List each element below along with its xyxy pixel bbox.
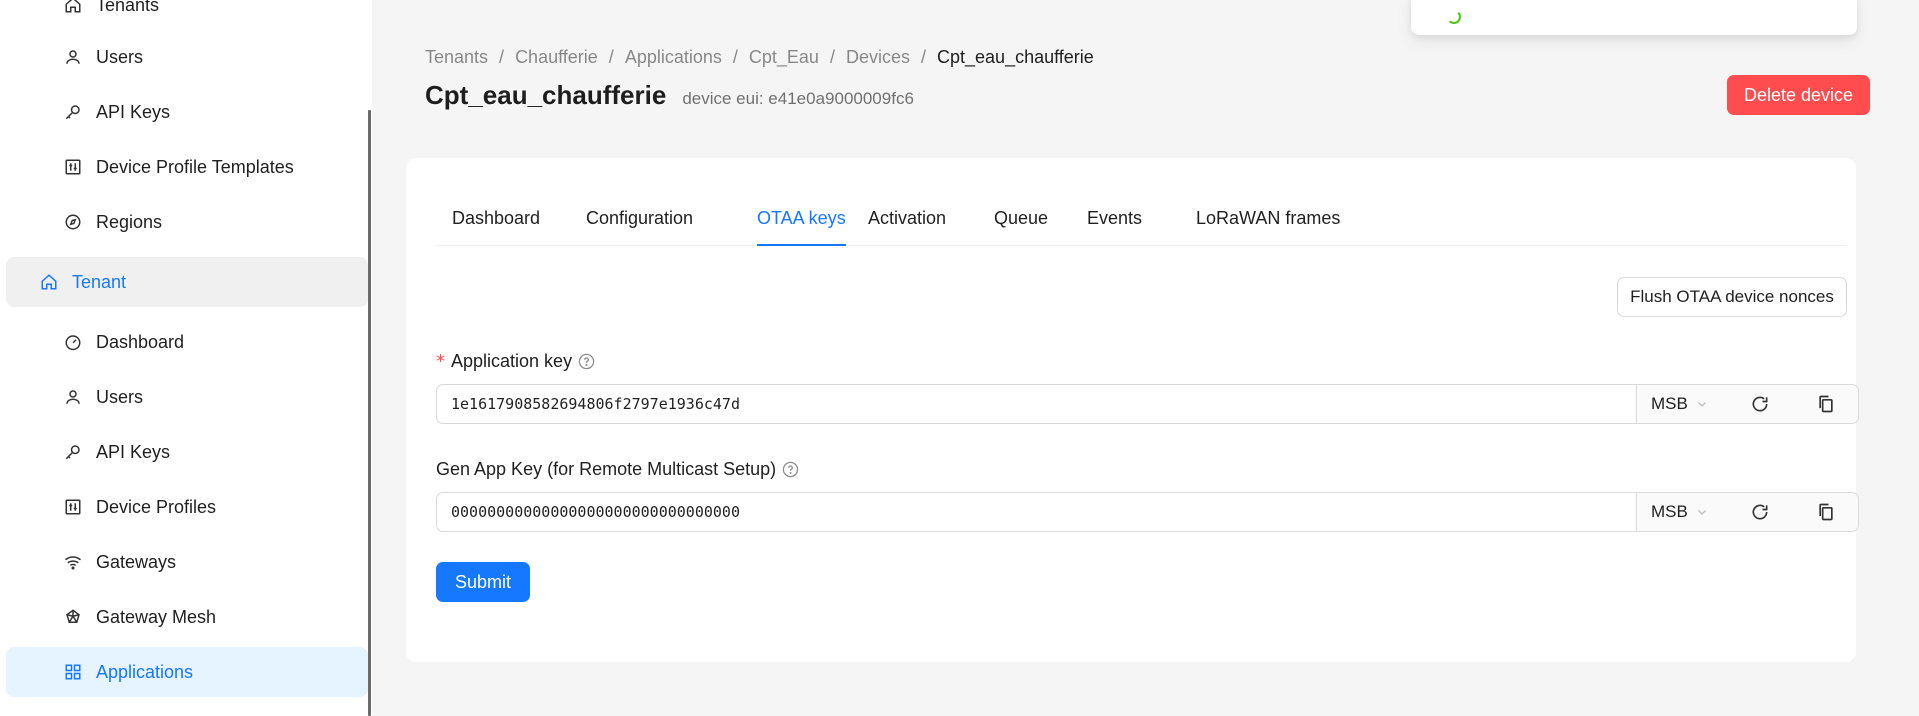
sidebar-scrollbar[interactable] [368,110,371,716]
byte-order-select[interactable]: MSB [1651,394,1708,414]
sidebar-item-label: Regions [96,211,163,232]
dashboard-icon [62,331,84,353]
device-card: Dashboard Configuration OTAA keys Activa… [406,158,1859,662]
tab-configuration[interactable]: Configuration [586,204,693,246]
key-icon [62,441,84,463]
flush-otaa-nonces-button[interactable]: Flush OTAA device nonces [1617,277,1847,317]
breadcrumb-tenant[interactable]: Chaufferie [515,47,598,68]
tab-queue[interactable]: Queue [994,204,1048,246]
breadcrumb-current: Cpt_eau_chaufferie [937,47,1094,67]
application-key-label: * Application key [436,351,595,372]
gen-app-key-group: MSB [436,492,1859,532]
sidebar-item-label: Tenant [72,271,127,292]
sidebar-item-gateways[interactable]: Gateways [0,537,368,587]
success-icon [1447,10,1461,24]
breadcrumb-tenants[interactable]: Tenants [425,47,488,68]
tab-lorawan-frames[interactable]: LoRaWAN frames [1196,204,1340,246]
sidebar-item-dashboard[interactable]: Dashboard [0,317,368,367]
sidebar-item-api-keys[interactable]: API Keys [0,87,368,137]
sidebar-item-device-profiles[interactable]: Device Profiles [0,482,368,532]
home-icon [38,271,60,293]
gen-app-key-label-text: Gen App Key (for Remote Multicast Setup) [436,459,777,479]
key-icon [62,101,84,123]
byte-order-select[interactable]: MSB [1651,502,1708,522]
sidebar-item-applications[interactable]: Applications [6,647,368,697]
sidebar-item-label: Applications [96,661,194,682]
gen-app-key-input[interactable] [437,493,1636,531]
breadcrumb-separator: / [921,47,927,67]
breadcrumb-separator: / [829,47,835,67]
sidebar-item-label: Gateways [96,551,177,572]
sidebar-item-regions[interactable]: Regions [0,197,368,247]
sliders-icon [62,156,84,178]
refresh-icon[interactable] [1750,502,1770,522]
device-eui: device eui: e41e0a9000009fc6 [682,89,914,108]
breadcrumb-separator: / [499,47,505,67]
tab-bar: Dashboard Configuration OTAA keys Activa… [436,204,1846,246]
delete-device-button[interactable]: Delete device [1727,75,1870,115]
sidebar-item-api-keys[interactable]: API Keys [0,427,368,477]
application-key-group: MSB [436,384,1859,424]
appstore-icon [62,661,84,683]
refresh-icon[interactable] [1750,394,1770,414]
copy-icon[interactable] [1816,502,1836,522]
question-circle-icon[interactable] [578,353,595,370]
submit-button[interactable]: Submit [436,562,530,602]
required-mark: * [436,351,445,372]
sidebar-item-label: Users [96,46,144,67]
compass-icon [62,211,84,233]
sidebar-item-label: Users [96,386,144,407]
user-icon [62,386,84,408]
application-key-addon: MSB [1636,385,1858,423]
byte-order-value: MSB [1651,502,1688,521]
sidebar-item-label: Device Profile Templates [96,156,294,177]
gen-app-key-addon: MSB [1636,493,1858,531]
chevron-down-icon [1697,510,1706,515]
breadcrumb: Tenants / Chaufferie / Applications / Cp… [425,47,1094,68]
breadcrumb-application[interactable]: Cpt_Eau [749,47,819,68]
wifi-icon [62,551,84,573]
sliders-icon [62,496,84,518]
home-icon [62,0,84,16]
page-title: Cpt_eau_chaufferie [425,80,667,110]
gen-app-key-label: Gen App Key (for Remote Multicast Setup) [436,459,799,480]
tab-activation[interactable]: Activation [868,204,946,246]
application-key-label-text: Application key [451,351,573,371]
sidebar-item-label: Gateway Mesh [96,606,217,627]
sidebar-item-label: Dashboard [96,331,185,352]
chevron-down-icon [1697,402,1706,407]
user-icon [62,46,84,68]
application-key-input[interactable] [437,385,1636,423]
tab-events[interactable]: Events [1087,204,1142,246]
sidebar-item-tenant[interactable]: Tenant [6,257,368,307]
breadcrumb-separator: / [732,47,738,67]
sidebar-item-label: API Keys [96,101,171,122]
notification-toast [1411,0,1857,35]
breadcrumb-separator: / [608,47,614,67]
sidebar-item-tenants[interactable]: Tenants [0,0,368,30]
sidebar-item-label: Tenants [96,0,160,15]
tab-otaa-keys[interactable]: OTAA keys [757,204,846,246]
page-header: Cpt_eau_chaufferie device eui: e41e0a900… [425,80,914,111]
sidebar-item-device-profile-templates[interactable]: Device Profile Templates [0,142,368,192]
sidebar: Tenants Users API Keys Device Profile Te… [0,0,372,716]
sidebar-item-users[interactable]: Users [0,32,368,82]
sidebar-item-label: Device Profiles [96,496,217,517]
sidebar-item-label: API Keys [96,441,171,462]
sidebar-item-gateway-mesh[interactable]: Gateway Mesh [0,592,368,642]
tab-dashboard[interactable]: Dashboard [452,204,540,246]
copy-icon[interactable] [1816,394,1836,414]
breadcrumb-applications[interactable]: Applications [625,47,722,68]
sidebar-item-users[interactable]: Users [0,372,368,422]
question-circle-icon[interactable] [782,461,799,478]
breadcrumb-devices[interactable]: Devices [846,47,910,68]
mesh-icon [62,606,84,628]
byte-order-value: MSB [1651,394,1688,413]
